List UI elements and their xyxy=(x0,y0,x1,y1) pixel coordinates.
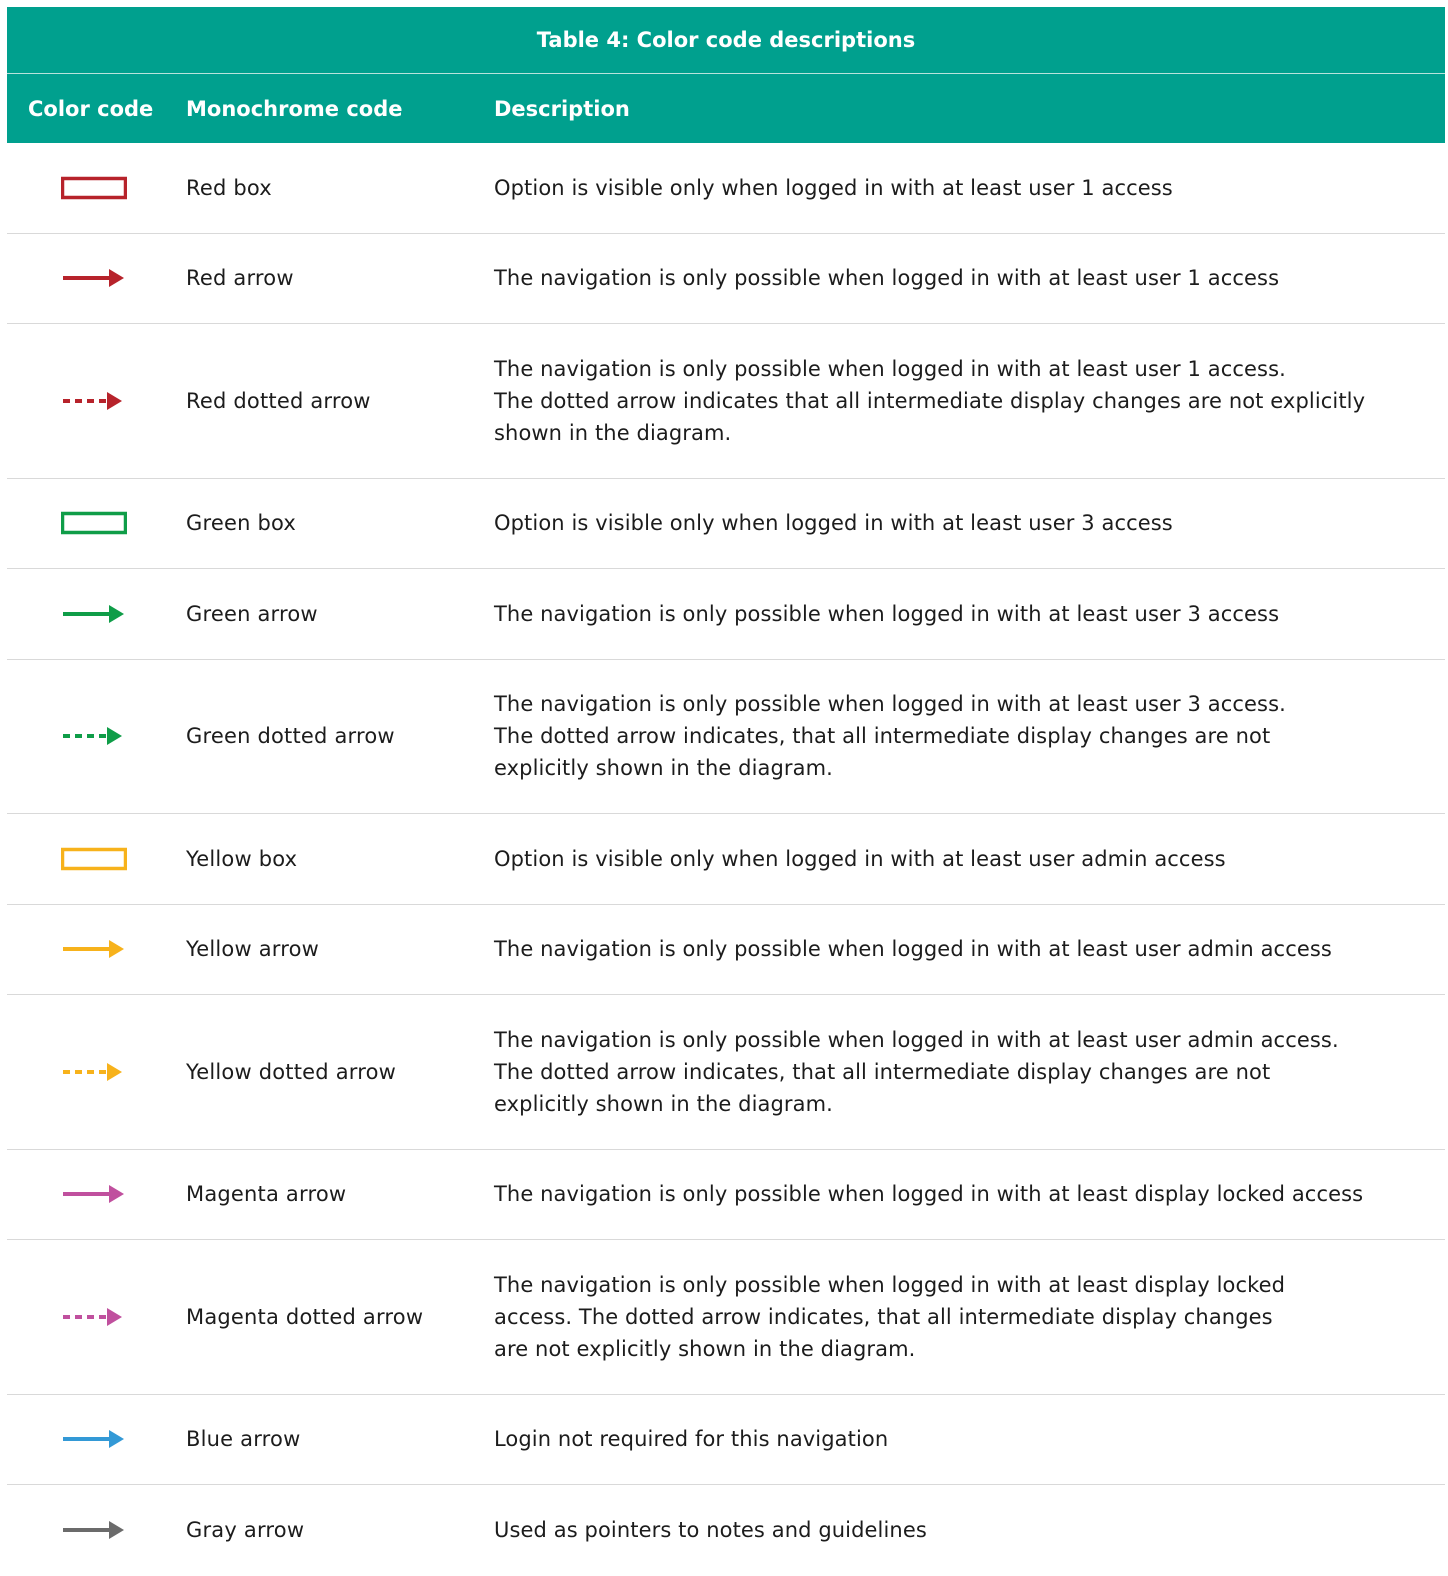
monochrome-code-label: Blue arrow xyxy=(186,1427,301,1452)
color-code-table: Table 4: Color code descriptions Color c… xyxy=(7,7,1445,1576)
description-text: The navigation is only possible when log… xyxy=(494,262,1439,294)
description-line: shown in the diagram. xyxy=(494,420,732,445)
monochrome-code-label: Yellow dotted arrow xyxy=(186,1059,397,1084)
description-line: The dotted arrow indicates, that all int… xyxy=(494,724,1271,749)
monochrome-code-label: Red dotted arrow xyxy=(186,388,371,413)
monochrome-code-label: Green arrow xyxy=(186,601,318,626)
table-row: Yellow arrow The navigation is only possi… xyxy=(7,905,1445,995)
description-line: Option is visible only when logged in wi… xyxy=(494,175,1173,200)
table-row: Red dotted arrow The navigation is only p… xyxy=(7,324,1445,479)
color-box-icon xyxy=(61,847,127,871)
color-dotted-arrow-icon xyxy=(61,389,127,413)
header-description: Description xyxy=(494,96,630,121)
table-row: Green box Option is visible only when log… xyxy=(7,479,1445,569)
monochrome-code-label: Yellow arrow xyxy=(186,937,320,962)
description-line: Login not required for this navigation xyxy=(494,1427,889,1452)
color-arrow-icon xyxy=(61,1518,127,1542)
table-row: Blue arrow Login not required for this na… xyxy=(7,1395,1445,1485)
description-line: The dotted arrow indicates, that all int… xyxy=(494,1059,1271,1084)
monochrome-code-label: Red box xyxy=(186,175,272,200)
color-arrow-icon xyxy=(61,266,127,290)
description-line: The navigation is only possible when log… xyxy=(494,1182,1364,1207)
description-text: The navigation is only possible when log… xyxy=(494,1269,1439,1365)
description-text: Login not required for this navigation xyxy=(494,1423,1439,1455)
description-text: The navigation is only possible when log… xyxy=(494,1024,1439,1120)
monochrome-code-label: Magenta dotted arrow xyxy=(186,1304,424,1329)
table-row: Yellow box Option is visible only when lo… xyxy=(7,814,1445,905)
description-line: The navigation is only possible when log… xyxy=(494,266,1280,291)
monochrome-code-label: Magenta arrow xyxy=(186,1182,347,1207)
color-dotted-arrow-icon xyxy=(61,1305,127,1329)
description-text: Option is visible only when logged in wi… xyxy=(494,843,1439,875)
table-body: Red box Option is visible only when logge… xyxy=(7,143,1445,1576)
description-text: The navigation is only possible when log… xyxy=(494,353,1439,449)
table-title-text: Table 4: Color code descriptions xyxy=(536,28,916,52)
description-line: explicitly shown in the diagram. xyxy=(494,756,833,781)
color-arrow-icon xyxy=(61,1182,127,1206)
description-line: The navigation is only possible when log… xyxy=(494,356,1286,381)
monochrome-code-label: Gray arrow xyxy=(186,1518,305,1543)
description-line: are not explicitly shown in the diagram. xyxy=(494,1336,916,1361)
color-dotted-arrow-icon xyxy=(61,1060,127,1084)
description-text: Option is visible only when logged in wi… xyxy=(494,507,1439,539)
description-line: The dotted arrow indicates that all inte… xyxy=(494,388,1366,413)
description-line: The navigation is only possible when log… xyxy=(494,601,1280,626)
color-box-icon xyxy=(61,511,127,535)
header-monochrome-code: Monochrome code xyxy=(186,96,403,121)
monochrome-code-label: Yellow box xyxy=(186,846,298,871)
description-text: The navigation is only possible when log… xyxy=(494,688,1439,784)
header-color-code: Color code xyxy=(28,96,154,121)
color-dotted-arrow-icon xyxy=(61,724,127,748)
description-line: Option is visible only when logged in wi… xyxy=(494,846,1226,871)
description-text: The navigation is only possible when log… xyxy=(494,1178,1439,1210)
description-text: Option is visible only when logged in wi… xyxy=(494,172,1439,204)
description-text: Used as pointers to notes and guidelines xyxy=(494,1514,1439,1546)
table-header-row: Color code Monochrome code Description xyxy=(7,74,1445,143)
description-line: The navigation is only possible when log… xyxy=(494,937,1332,962)
table-row: Yellow dotted arrow The navigation is onl… xyxy=(7,995,1445,1150)
table-row: Green arrow The navigation is only possib… xyxy=(7,569,1445,660)
monochrome-code-label: Red arrow xyxy=(186,266,294,291)
table-row: Magenta dotted arrow The navigation is on… xyxy=(7,1240,1445,1395)
color-arrow-icon xyxy=(61,602,127,626)
description-line: The navigation is only possible when log… xyxy=(494,692,1286,717)
description-line: access. The dotted arrow indicates, that… xyxy=(494,1304,1273,1329)
table-row: Red arrow The navigation is only possible… xyxy=(7,234,1445,324)
color-arrow-icon xyxy=(61,937,127,961)
table-row: Red box Option is visible only when logge… xyxy=(7,143,1445,234)
table-row: Magenta arrow The navigation is only poss… xyxy=(7,1150,1445,1240)
description-text: The navigation is only possible when log… xyxy=(494,933,1439,965)
monochrome-code-label: Green box xyxy=(186,511,297,536)
table-title: Table 4: Color code descriptions xyxy=(7,7,1445,74)
description-line: Option is visible only when logged in wi… xyxy=(494,511,1173,536)
table-row: Gray arrow Used as pointers to notes and … xyxy=(7,1485,1445,1576)
description-text: The navigation is only possible when log… xyxy=(494,598,1439,630)
table-row: Green dotted arrow The navigation is only… xyxy=(7,660,1445,814)
color-arrow-icon xyxy=(61,1427,127,1451)
monochrome-code-label: Green dotted arrow xyxy=(186,724,395,749)
color-box-icon xyxy=(61,176,127,200)
description-line: The navigation is only possible when log… xyxy=(494,1272,1286,1297)
description-line: The navigation is only possible when log… xyxy=(494,1027,1339,1052)
description-line: explicitly shown in the diagram. xyxy=(494,1091,833,1116)
description-line: Used as pointers to notes and guidelines xyxy=(494,1518,927,1543)
